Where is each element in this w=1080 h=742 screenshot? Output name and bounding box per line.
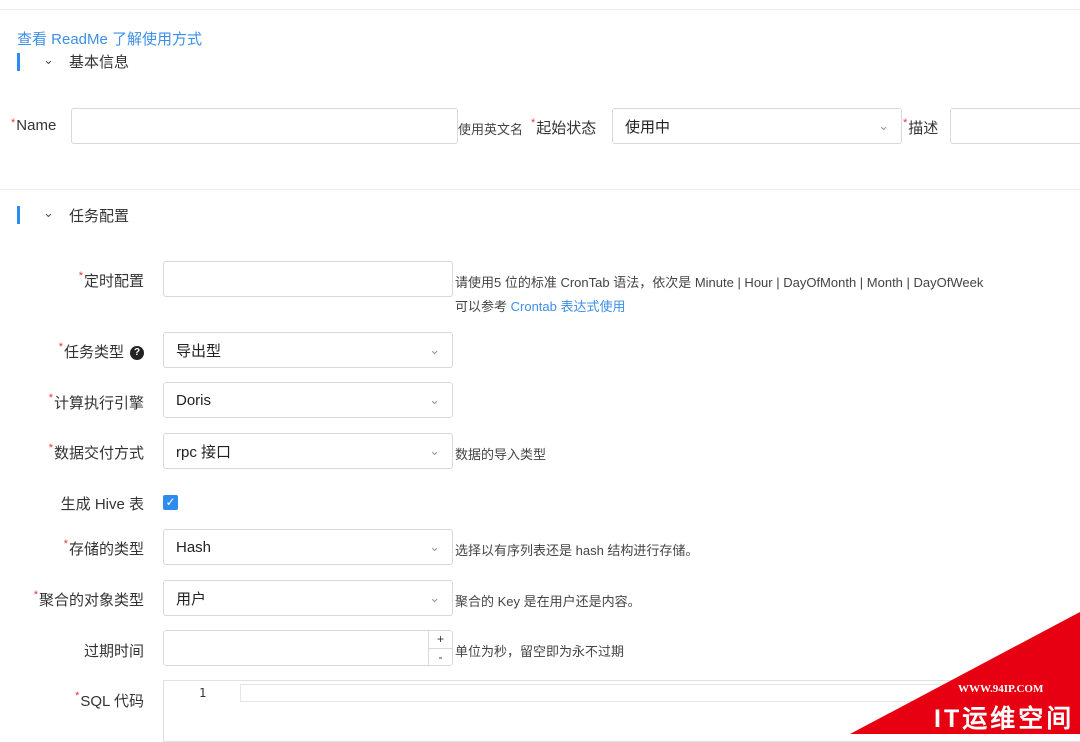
section-accent-bar (17, 206, 20, 224)
chevron-down-icon[interactable]: ⌄ (43, 205, 54, 221)
agg-label: *聚合的对象类型 (33, 589, 144, 609)
expire-label: 过期时间 (83, 643, 144, 660)
storage-label: *存储的类型 (63, 538, 144, 558)
type-label: *任务类型? (59, 341, 144, 362)
name-hint: 使用英文名 (458, 122, 524, 137)
decrement-button[interactable]: - (429, 647, 452, 666)
watermark-text: IT运维空间 (934, 705, 1075, 733)
status-select[interactable]: 使用中 ⌄ (612, 108, 902, 144)
storage-hint: 选择以有序列表还是 hash 结构进行存储。 (455, 543, 699, 558)
chevron-down-icon: ⌄ (429, 539, 440, 554)
cron-hint: 请使用5 位的标准 CronTab 语法，依次是 Minute | Hour |… (455, 275, 984, 290)
help-icon[interactable]: ? (130, 346, 144, 361)
top-divider (0, 9, 1080, 10)
chevron-down-icon: ⌄ (429, 392, 440, 407)
chevron-down-icon: ⌄ (878, 118, 889, 133)
watermark-url: WWW.94IP.COM (958, 683, 1044, 695)
cron-input[interactable] (163, 261, 453, 297)
agg-value: 用户 (176, 590, 207, 608)
section-title-basic: 基本信息 (69, 54, 130, 71)
type-value: 导出型 (176, 342, 222, 360)
storage-value: Hash (176, 538, 212, 556)
name-label: *Name (11, 117, 57, 134)
section-divider (0, 189, 1080, 190)
delivery-select[interactable]: rpc 接口 ⌄ (163, 433, 453, 469)
cron-label: *定时配置 (78, 270, 144, 290)
desc-label: *描述 (903, 117, 939, 137)
hive-checkbox[interactable]: ✓ (163, 495, 178, 510)
number-stepper[interactable]: + - (428, 631, 452, 665)
storage-select[interactable]: Hash ⌄ (163, 529, 453, 565)
name-input[interactable] (71, 108, 458, 144)
crontab-help-link[interactable]: Crontab 表达式使用 (511, 299, 626, 314)
agg-select[interactable]: 用户 ⌄ (163, 580, 453, 616)
section-title-task: 任务配置 (69, 208, 130, 225)
status-value: 使用中 (625, 118, 671, 136)
engine-label: *计算执行引擎 (48, 392, 144, 412)
section-accent-bar (17, 53, 20, 71)
expire-hint: 单位为秒，留空即为永不过期 (455, 644, 625, 659)
delivery-hint: 数据的导入类型 (455, 447, 547, 462)
increment-button[interactable]: + (429, 631, 452, 648)
delivery-label: *数据交付方式 (48, 442, 144, 462)
engine-value: Doris (176, 391, 212, 409)
desc-input[interactable] (950, 108, 1080, 144)
line-number: 1 (199, 686, 207, 700)
sql-label: *SQL 代码 (75, 690, 144, 710)
cron-hint-ref: 可以参考 Crontab 表达式使用 (455, 299, 626, 314)
hive-label: 生成 Hive 表 (60, 496, 144, 513)
chevron-down-icon[interactable]: ⌄ (43, 52, 54, 68)
readme-link[interactable]: 查看 ReadMe 了解使用方式 (17, 28, 202, 49)
agg-hint: 聚合的 Key 是在用户还是内容。 (455, 594, 641, 609)
chevron-down-icon: ⌄ (429, 342, 440, 357)
expire-input[interactable]: + - (163, 630, 453, 666)
chevron-down-icon: ⌄ (429, 443, 440, 458)
engine-select[interactable]: Doris ⌄ (163, 382, 453, 418)
status-label: *起始状态 (531, 117, 597, 137)
delivery-value: rpc 接口 (176, 443, 232, 461)
chevron-down-icon: ⌄ (429, 590, 440, 605)
type-select[interactable]: 导出型 ⌄ (163, 332, 453, 368)
